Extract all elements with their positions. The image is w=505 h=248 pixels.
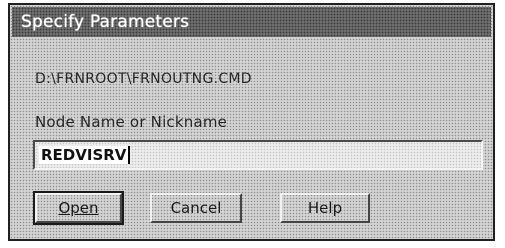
help-button[interactable]: Help bbox=[280, 193, 370, 223]
node-name-value[interactable]: REDVISRV bbox=[39, 146, 131, 164]
cancel-button-label: Cancel bbox=[170, 199, 222, 217]
dialog-title-bar[interactable]: Specify Parameters bbox=[12, 7, 491, 37]
specify-parameters-dialog: Specify Parameters D:\FRNROOT\FRNOUTNG.C… bbox=[8, 3, 495, 241]
open-button[interactable]: Open bbox=[33, 191, 124, 225]
open-button-label: Open bbox=[58, 199, 99, 217]
help-button-label: Help bbox=[307, 199, 343, 217]
dialog-title: Specify Parameters bbox=[21, 12, 190, 32]
cancel-button[interactable]: Cancel bbox=[150, 193, 242, 223]
node-name-label: Node Name or Nickname bbox=[35, 113, 228, 131]
command-file-path: D:\FRNROOT\FRNOUTNG.CMD bbox=[35, 71, 252, 87]
node-name-input[interactable]: REDVISRV bbox=[33, 140, 483, 170]
